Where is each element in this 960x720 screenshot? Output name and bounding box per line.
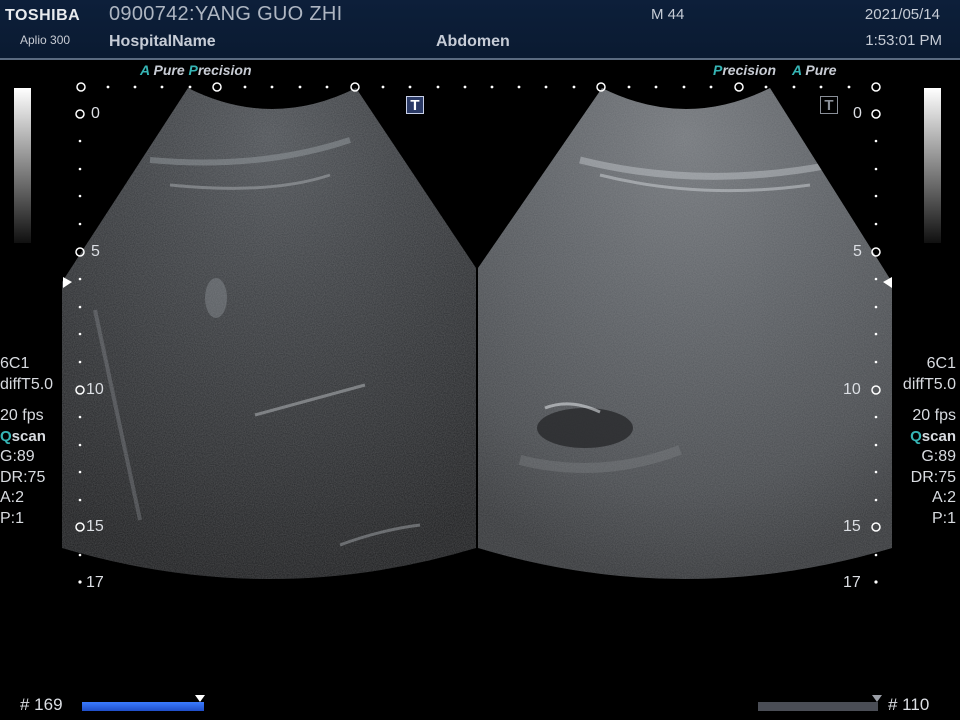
qscan-label: Qscan [0,427,46,445]
ultrasound-image-area [62,82,892,584]
dynamic-range-value: DR:75 [0,468,46,486]
right-depth-label: 17 [843,574,861,591]
left-depth-label: 17 [86,574,104,591]
left-cine-position-icon[interactable] [195,695,205,702]
right-frame-number: # 110 [888,695,930,714]
dynamic-range-value: DR:75 [910,468,956,486]
left-mode-label: A Pure Precision [140,62,252,78]
gain-value: G:89 [921,448,956,465]
a-value: A:2 [0,489,25,506]
right-ultrasound-sector [478,88,892,579]
right-imaging-params: 6C1 diffT5.0 20 fps Qscan G:89 DR:75 A:2… [903,354,956,529]
right-depth-label: 0 [853,105,862,122]
probe-label: 6C1 [0,355,30,372]
left-depth-label: 15 [86,518,104,535]
right-grayscale-bar [924,88,941,243]
p-value: P:1 [0,509,25,527]
left-cine-bar[interactable] [82,702,204,711]
left-imaging-params: 6C1 diffT5.0 20 fps Qscan G:89 DR:75 A:2… [0,354,53,529]
right-depth-label: 5 [853,243,862,260]
top-scale-markers [76,82,881,92]
right-mode-label: Precision A Pure [713,62,837,78]
right-depth-label: 15 [843,518,861,535]
gain-value: G:89 [0,448,35,465]
left-depth-label: 10 [86,381,104,398]
left-grayscale-bar [14,88,31,243]
preset-label: diffT5.0 [902,375,956,393]
right-t-icon[interactable]: T [820,96,838,114]
right-depth-label: 10 [843,381,861,398]
left-t-icon[interactable]: T [406,96,424,114]
qscan-label: Qscan [910,427,956,445]
left-frame-number: # 169 [20,695,63,714]
left-depth-label: 5 [91,243,100,260]
left-depth-label: 0 [91,105,100,122]
probe-label: 6C1 [926,355,956,372]
right-cine-position-icon[interactable] [872,695,882,702]
a-value: A:2 [931,489,956,506]
frame-rate: 20 fps [912,407,956,424]
frame-rate: 20 fps [0,407,44,424]
left-ultrasound-sector [62,88,476,579]
right-cine-bar[interactable] [758,702,878,711]
p-value: P:1 [931,509,956,527]
preset-label: diffT5.0 [0,375,54,393]
